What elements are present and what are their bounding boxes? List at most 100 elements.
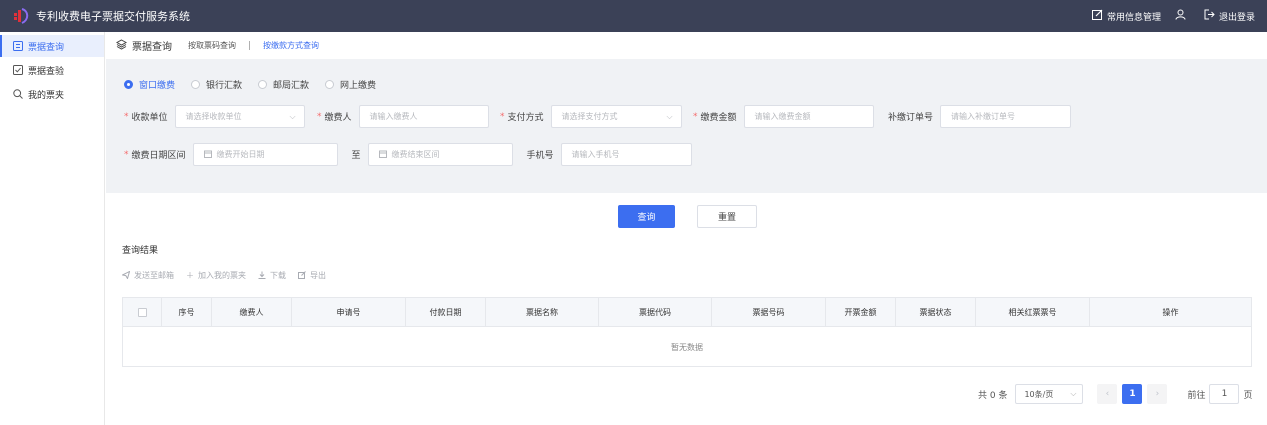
download-label: 下载	[270, 271, 286, 280]
paymode-label: 支付方式	[507, 113, 544, 123]
select-all-checkbox[interactable]	[137, 307, 147, 317]
column-header: 缴费人	[212, 297, 292, 327]
receiver-placeholder: 请选择收款单位	[185, 112, 242, 121]
grid-icon	[13, 41, 23, 51]
export-button[interactable]: 导出	[298, 270, 326, 281]
goto-label: 前往	[1187, 390, 1206, 401]
phone-input[interactable]: 请输入手机号	[560, 143, 692, 166]
table-header: 序号 缴费人 申请号 付款日期 票据名称 票据代码 票据号码 开票金额 票据状态…	[123, 297, 1251, 327]
column-header: 申请号	[292, 297, 406, 327]
download-button[interactable]: 下载	[258, 270, 286, 281]
download-icon	[258, 271, 266, 281]
logo-icon	[12, 6, 32, 26]
prev-page-button[interactable]: ‹	[1097, 384, 1118, 404]
paymode-placeholder: 请选择支付方式	[561, 112, 618, 121]
tab-by-payment[interactable]: 按缴款方式查询	[263, 40, 319, 51]
goto-page-input[interactable]: 1	[1209, 384, 1240, 404]
user-button[interactable]	[1175, 9, 1186, 23]
sidebar-item-bill-query[interactable]: 票据查询	[0, 35, 104, 57]
radio-dot	[258, 80, 268, 89]
info-manage-link[interactable]: 常用信息管理	[1091, 9, 1161, 23]
sidebar-item-label: 我的票夹	[28, 90, 65, 101]
column-header: 票据状态	[896, 297, 976, 327]
check-square-icon	[13, 65, 23, 75]
radio-label: 网上缴费	[340, 81, 377, 91]
chevron-left-icon: ‹	[1105, 389, 1110, 399]
payer-label: 缴费人	[324, 113, 352, 123]
send-email-button[interactable]: 发送至邮箱	[120, 270, 174, 281]
radio-post-transfer[interactable]: 邮局汇款	[258, 78, 309, 91]
send-email-label: 发送至邮箱	[134, 271, 174, 280]
column-header: 序号	[162, 297, 212, 327]
date-end-placeholder: 缴费结束区间	[391, 150, 440, 159]
breadcrumb-separator: |	[248, 40, 252, 51]
search-icon	[13, 89, 23, 99]
receiver-select[interactable]: 请选择收款单位 ⌵	[174, 105, 305, 128]
export-icon	[298, 270, 306, 281]
logout-link[interactable]: 退出登录	[1204, 9, 1255, 23]
phone-placeholder: 请输入手机号	[571, 150, 620, 159]
calendar-icon	[378, 150, 387, 160]
sidebar: 票据查询 票据查验 我的票夹	[0, 32, 105, 425]
tab-by-code[interactable]: 按取票码查询	[188, 40, 236, 51]
receiver-field: * 收款单位 请选择收款单位 ⌵	[124, 105, 305, 128]
total-count: 共 0 条	[978, 390, 1008, 401]
page-size-value: 10条/页	[1024, 389, 1054, 399]
radio-bank-transfer[interactable]: 银行汇款	[191, 78, 242, 91]
supp-label: 补缴订单号	[888, 113, 934, 123]
date-to-label: 至	[351, 151, 361, 161]
layers-icon	[115, 38, 128, 53]
paymode-select[interactable]: 请选择支付方式 ⌵	[550, 105, 682, 128]
phone-label: 手机号	[526, 151, 554, 161]
radio-dot	[124, 80, 133, 89]
required-mark: *	[317, 111, 322, 122]
amount-placeholder: 请输入缴费金额	[754, 112, 811, 121]
app-title: 专利收费电子票据交付服务系统	[36, 10, 190, 23]
date-end-input[interactable]: 缴费结束区间	[367, 143, 513, 166]
required-mark: *	[693, 111, 698, 122]
payment-method-group: 窗口缴费 银行汇款 邮局汇款 网上缴费	[124, 78, 376, 91]
required-mark: *	[124, 149, 129, 160]
sidebar-item-label: 票据查询	[28, 42, 65, 53]
reset-button[interactable]: 重置	[697, 205, 757, 228]
query-button[interactable]: 查询	[618, 205, 675, 228]
add-to-wallet-button[interactable]: ＋ 加入我的票夹	[186, 270, 246, 281]
column-header: 开票金额	[826, 297, 896, 327]
top-header: 专利收费电子票据交付服务系统 常用信息管理 退出登录	[0, 0, 1267, 32]
radio-online-payment[interactable]: 网上缴费	[325, 78, 376, 91]
radio-label: 窗口缴费	[139, 81, 176, 91]
info-manage-label: 常用信息管理	[1106, 12, 1161, 23]
logout-icon	[1204, 9, 1215, 23]
results-table: 序号 缴费人 申请号 付款日期 票据名称 票据代码 票据号码 开票金额 票据状态…	[122, 297, 1252, 367]
payer-field: * 缴费人 请输入缴费人	[317, 105, 489, 128]
page-title: 票据查询	[115, 38, 172, 53]
column-header: 操作	[1162, 307, 1179, 317]
date-start-placeholder: 缴费开始日期	[216, 150, 265, 159]
column-header: 票据代码	[599, 297, 712, 327]
column-header: 相关红票票号	[976, 297, 1090, 327]
sidebar-item-my-wallet[interactable]: 我的票夹	[0, 83, 104, 105]
amount-label: 缴费金额	[700, 113, 737, 123]
page-title-text: 票据查询	[132, 42, 172, 53]
chevron-down-icon: ⌵	[1070, 389, 1077, 398]
next-page-button[interactable]: ›	[1147, 384, 1168, 404]
column-header: 票据名称	[486, 297, 599, 327]
results-actions: 发送至邮箱 ＋ 加入我的票夹 下载 导出	[120, 270, 326, 281]
supp-input[interactable]: 请输入补缴订单号	[940, 105, 1072, 128]
radio-window-payment[interactable]: 窗口缴费	[124, 78, 175, 91]
page-size-select[interactable]: 10条/页 ⌵	[1015, 384, 1084, 404]
amount-input[interactable]: 请输入缴费金额	[743, 105, 874, 128]
page-suffix: 页	[1243, 390, 1253, 401]
date-range-field: * 缴费日期区间 缴费开始日期 至 缴费结束区间 手机号 请输入手机号	[124, 143, 692, 166]
calendar-icon	[203, 150, 212, 160]
column-header: 付款日期	[406, 297, 486, 327]
goto-page: 前往 1 页	[1187, 384, 1252, 404]
sidebar-item-label: 票据查验	[28, 66, 65, 77]
payer-input[interactable]: 请输入缴费人	[358, 105, 489, 128]
date-start-input[interactable]: 缴费开始日期	[192, 143, 338, 166]
sidebar-item-bill-verify[interactable]: 票据查验	[0, 59, 104, 81]
receiver-label: 收款单位	[131, 113, 168, 123]
page-number-current[interactable]: 1	[1122, 384, 1143, 404]
chevron-right-icon: ›	[1155, 389, 1160, 399]
required-mark: *	[124, 111, 129, 122]
